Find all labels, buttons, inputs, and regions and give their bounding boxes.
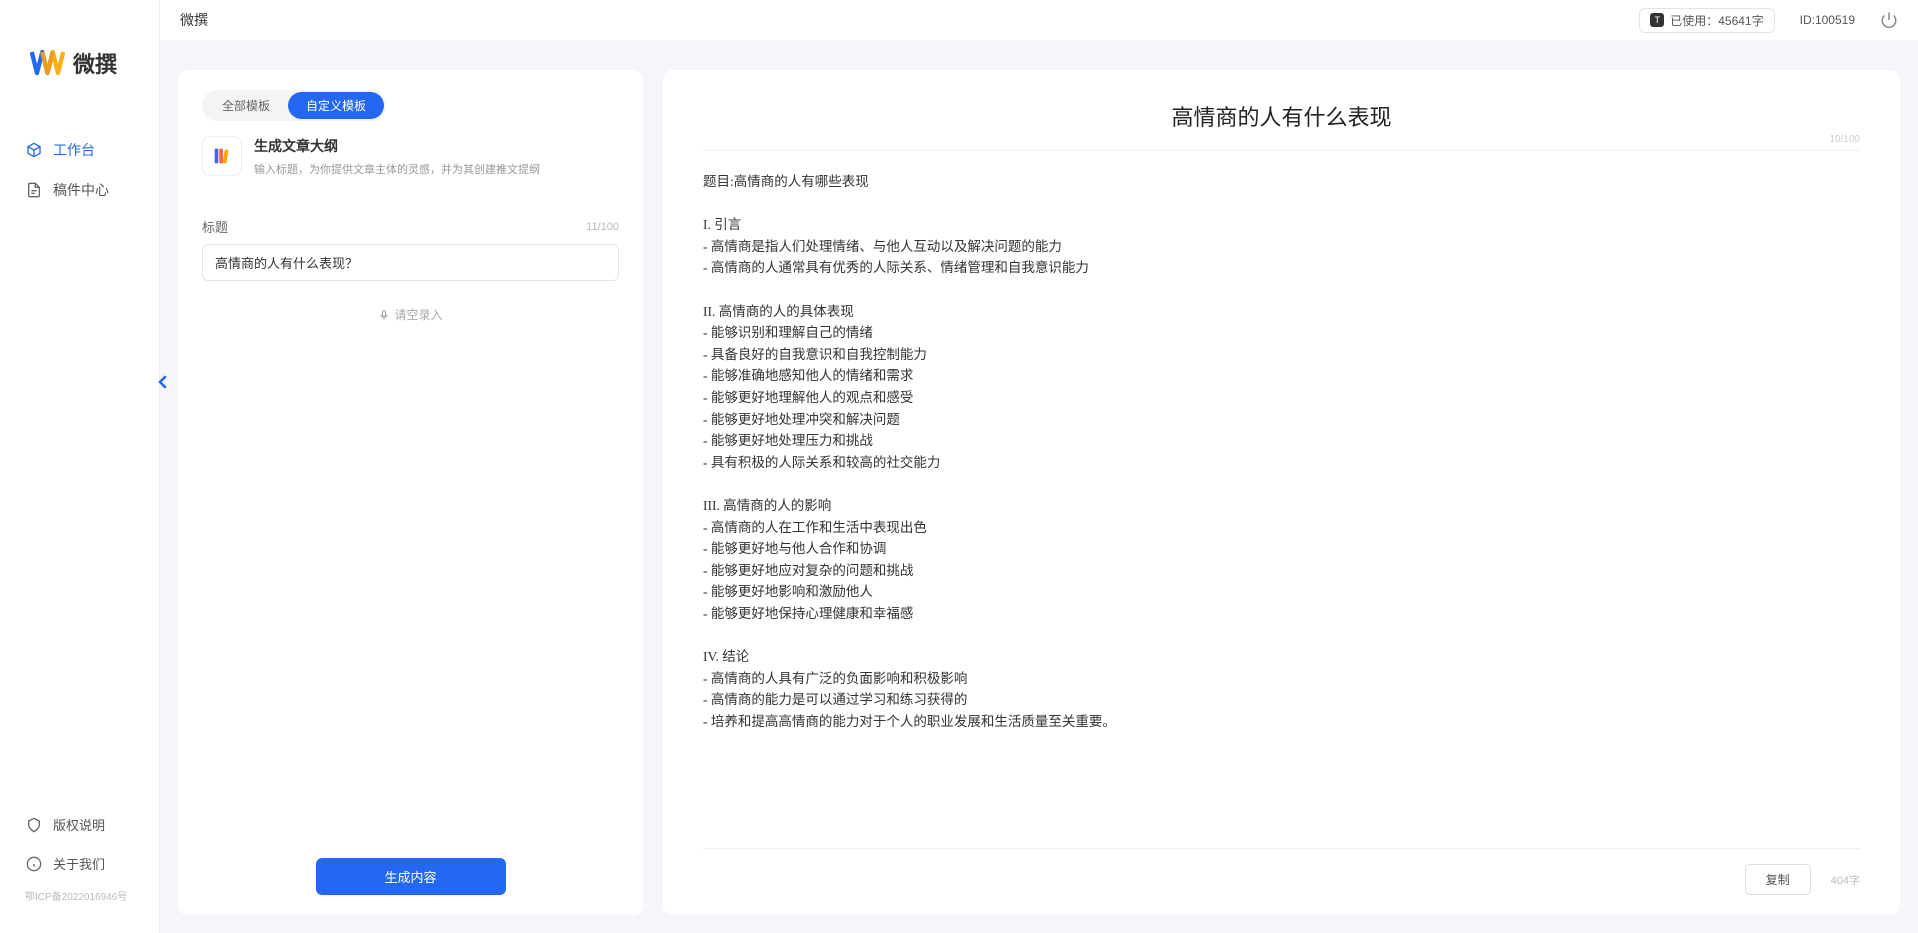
logo: 微撰 [0, 45, 159, 110]
input-label: 标题 [202, 217, 228, 236]
title-input[interactable] [202, 244, 619, 281]
shield-icon [25, 816, 43, 834]
header-right: T 已使用：45641字 ID:100519 [1639, 8, 1898, 33]
main-area: 微撰 T 已使用：45641字 ID:100519 全部模板 [160, 0, 1918, 933]
icp-text: 鄂ICP备2022016946号 [0, 883, 159, 903]
sidebar-collapse-handle[interactable] [155, 370, 171, 394]
user-id: ID:100519 [1800, 13, 1855, 27]
word-count: 404字 [1831, 872, 1860, 888]
sidebar-item-drafts[interactable]: 稿件中心 [0, 170, 159, 210]
header: 微撰 T 已使用：45641字 ID:100519 [160, 0, 1918, 40]
template-card: 生成文章大纲 输入标题，为你提供文章主体的灵感，并为其创建推文提纲 [202, 121, 619, 197]
usage-badge[interactable]: T 已使用：45641字 [1639, 8, 1774, 33]
copy-button[interactable]: 复制 [1745, 864, 1811, 895]
sidebar-bottom: 版权说明 关于我们 鄂ICP备2022016946号 [0, 805, 159, 913]
voice-input-button[interactable]: 请空录入 [202, 306, 619, 323]
left-panel: 全部模板 自定义模板 生成文章大纲 输入标题，为你提供文章主体的灵感，并为其创建… [178, 70, 643, 915]
sidebar-item-label: 版权说明 [53, 815, 105, 834]
template-tabs: 全部模板 自定义模板 [202, 90, 386, 121]
output-title: 高情商的人有什么表现 [703, 100, 1860, 132]
title-input-section: 标题 11/100 [202, 217, 619, 281]
text-icon: T [1650, 13, 1664, 27]
sidebar-item-label: 关于我们 [53, 854, 105, 873]
books-icon [202, 136, 242, 176]
right-panel: 高情商的人有什么表现 10/100 题目:高情商的人有哪些表现 I. 引言 - … [663, 70, 1900, 915]
document-icon [25, 181, 43, 199]
sidebar-item-workspace[interactable]: 工作台 [0, 130, 159, 170]
right-panel-footer: 复制 404字 [703, 848, 1860, 895]
template-desc: 输入标题，为你提供文章主体的灵感，并为其创建推文提纲 [254, 161, 619, 177]
left-panel-footer: 生成内容 [202, 858, 619, 895]
cube-icon [25, 141, 43, 159]
template-name: 生成文章大纲 [254, 136, 619, 156]
sidebar-item-about[interactable]: 关于我们 [0, 844, 159, 883]
template-info: 生成文章大纲 输入标题，为你提供文章主体的灵感，并为其创建推文提纲 [254, 136, 619, 177]
output-title-count: 10/100 [1829, 134, 1860, 145]
output-header: 高情商的人有什么表现 10/100 [703, 100, 1860, 151]
tab-custom-templates[interactable]: 自定义模板 [288, 92, 384, 119]
sidebar-item-copyright[interactable]: 版权说明 [0, 805, 159, 844]
generate-button[interactable]: 生成内容 [316, 858, 506, 895]
sidebar-item-label: 稿件中心 [53, 180, 109, 200]
nav-items: 工作台 稿件中心 [0, 110, 159, 805]
content: 全部模板 自定义模板 生成文章大纲 输入标题，为你提供文章主体的灵感，并为其创建… [160, 40, 1918, 933]
info-icon [25, 855, 43, 873]
sidebar-item-label: 工作台 [53, 140, 95, 160]
usage-text: 已使用：45641字 [1670, 12, 1763, 29]
header-title: 微撰 [180, 10, 208, 30]
logo-icon [30, 45, 65, 80]
tab-all-templates[interactable]: 全部模板 [204, 92, 288, 119]
power-icon[interactable] [1880, 11, 1898, 29]
sidebar: 微撰 工作台 [0, 0, 160, 933]
logo-text: 微撰 [73, 47, 117, 79]
output-body: 题目:高情商的人有哪些表现 I. 引言 - 高情商是指人们处理情绪、与他人互动以… [703, 151, 1860, 848]
voice-input-label: 请空录入 [394, 306, 442, 323]
mic-icon [378, 309, 390, 321]
char-count: 11/100 [586, 221, 619, 233]
